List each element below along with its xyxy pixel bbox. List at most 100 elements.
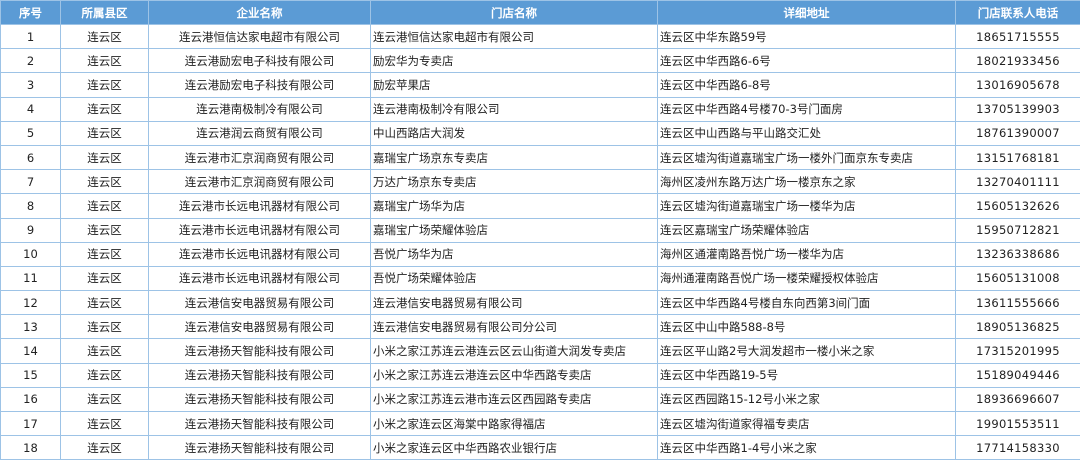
header-contact-phone: 门店联系人电话 — [955, 0, 1080, 25]
contact-phone-cell: 13705139903 — [955, 96, 1080, 122]
district-cell: 连云区 — [60, 265, 149, 292]
company-name-cell: 连云港扬天智能科技有限公司 — [148, 410, 371, 437]
table-row: 2 连云区 连云港励宏电子科技有限公司 励宏华为专卖店 连云区中华西路6-6号 18021… — [0, 48, 1080, 74]
address-cell: 连云区平山路2号大润发超市一楼小米之家 — [657, 338, 956, 364]
address-cell: 连云区中华西路19-5号 — [657, 362, 956, 388]
store-list-table: 序号 所属县区 企业名称 门店名称 详细地址 门店联系人电话 1 连云区 连云港恒信… — [0, 0, 1080, 461]
address-cell: 连云区嘉瑞宝广场荣耀体验店 — [657, 217, 956, 243]
contact-phone-cell: 18651715555 — [955, 23, 1080, 50]
table-row: 18 连云区 连云港扬天智能科技有限公司 小米之家连云区中华西路农业银行店 连云区中华西… — [0, 435, 1080, 461]
table-row: 10 连云区 连云港市长远电讯器材有限公司 吾悦广场华为店 海州区通灌南路吾悦广场一楼华… — [0, 241, 1080, 267]
contact-phone-cell: 18761390007 — [955, 120, 1080, 146]
serial-number-cell: 2 — [0, 48, 61, 74]
store-name-cell: 嘉瑞宝广场华为店 — [370, 193, 658, 219]
table-header-row: 序号 所属县区 企业名称 门店名称 详细地址 门店联系人电话 — [0, 0, 1080, 25]
serial-number-cell: 15 — [0, 362, 61, 388]
company-name-cell: 连云港市汇京润商贸有限公司 — [148, 144, 371, 171]
district-cell: 连云区 — [60, 23, 149, 50]
table-row: 11 连云区 连云港市长远电讯器材有限公司 吾悦广场荣耀体验店 海州通灌南路吾悦广场一楼… — [0, 265, 1080, 292]
store-name-cell: 万达广场京东专卖店 — [370, 169, 658, 195]
store-name-cell: 小米之家江苏连云港连云区中华西路专卖店 — [370, 362, 658, 388]
store-name-cell: 连云港恒信达家电超市有限公司 — [370, 23, 658, 50]
company-name-cell: 连云港市长远电讯器材有限公司 — [148, 241, 371, 267]
table-row: 3 连云区 连云港励宏电子科技有限公司 励宏苹果店 连云区中华西路6-8号 1301690… — [0, 72, 1080, 98]
store-name-cell: 励宏华为专卖店 — [370, 48, 658, 74]
district-cell: 连云区 — [60, 96, 149, 122]
header-store-name: 门店名称 — [370, 0, 658, 25]
table-row: 17 连云区 连云港扬天智能科技有限公司 小米之家连云区海棠中路家得福店 连云区墟沟街道… — [0, 410, 1080, 437]
contact-phone-cell: 18905136825 — [955, 314, 1080, 340]
company-name-cell: 连云港市长远电讯器材有限公司 — [148, 217, 371, 243]
district-cell: 连云区 — [60, 169, 149, 195]
district-cell: 连云区 — [60, 435, 149, 461]
store-name-cell: 中山西路店大润发 — [370, 120, 658, 146]
table-row: 5 连云区 连云港润云商贸有限公司 中山西路店大润发 连云区中山西路与平山路交汇处 187… — [0, 120, 1080, 146]
district-cell: 连云区 — [60, 290, 149, 316]
company-name-cell: 连云港励宏电子科技有限公司 — [148, 48, 371, 74]
serial-number-cell: 11 — [0, 265, 61, 292]
table-row: 8 连云区 连云港市长远电讯器材有限公司 嘉瑞宝广场华为店 连云区墟沟街道嘉瑞宝广场一楼… — [0, 193, 1080, 219]
header-company-name: 企业名称 — [148, 0, 371, 25]
table-row: 13 连云区 连云港信安电器贸易有限公司 连云港信安电器贸易有限公司分公司 连云区中山中… — [0, 314, 1080, 340]
address-cell: 连云区墟沟街道家得福专卖店 — [657, 410, 956, 437]
address-cell: 连云区中华西路4号楼自东向西第3间门面 — [657, 290, 956, 316]
company-name-cell: 连云港市长远电讯器材有限公司 — [148, 265, 371, 292]
store-name-cell: 小米之家连云区海棠中路家得福店 — [370, 410, 658, 437]
contact-phone-cell: 13611555666 — [955, 290, 1080, 316]
contact-phone-cell: 13270401111 — [955, 169, 1080, 195]
store-name-cell: 励宏苹果店 — [370, 72, 658, 98]
table-row: 12 连云区 连云港信安电器贸易有限公司 连云港信安电器贸易有限公司 连云区中华西路4号… — [0, 290, 1080, 316]
district-cell: 连云区 — [60, 120, 149, 146]
address-cell: 连云区墟沟街道嘉瑞宝广场一楼外门面京东专卖店 — [657, 144, 956, 171]
table-row: 6 连云区 连云港市汇京润商贸有限公司 嘉瑞宝广场京东专卖店 连云区墟沟街道嘉瑞宝广场一… — [0, 144, 1080, 171]
district-cell: 连云区 — [60, 362, 149, 388]
district-cell: 连云区 — [60, 410, 149, 437]
serial-number-cell: 6 — [0, 144, 61, 171]
table-row: 16 连云区 连云港扬天智能科技有限公司 小米之家江苏连云港市连云区西园路专卖店 连云区… — [0, 386, 1080, 413]
serial-number-cell: 4 — [0, 96, 61, 122]
company-name-cell: 连云港扬天智能科技有限公司 — [148, 338, 371, 364]
serial-number-cell: 14 — [0, 338, 61, 364]
table-row: 7 连云区 连云港市汇京润商贸有限公司 万达广场京东专卖店 海州区凌州东路万达广场一楼京… — [0, 169, 1080, 195]
address-cell: 连云区中山西路与平山路交汇处 — [657, 120, 956, 146]
table-row: 9 连云区 连云港市长远电讯器材有限公司 嘉瑞宝广场荣耀体验店 连云区嘉瑞宝广场荣耀体验… — [0, 217, 1080, 243]
address-cell: 连云区中华西路1-4号小米之家 — [657, 435, 956, 461]
contact-phone-cell: 15950712821 — [955, 217, 1080, 243]
contact-phone-cell: 19901553511 — [955, 410, 1080, 437]
address-cell: 连云区中华东路59号 — [657, 23, 956, 50]
address-cell: 海州通灌南路吾悦广场一楼荣耀授权体验店 — [657, 265, 956, 292]
store-name-cell: 吾悦广场荣耀体验店 — [370, 265, 658, 292]
serial-number-cell: 9 — [0, 217, 61, 243]
contact-phone-cell: 15189049446 — [955, 362, 1080, 388]
serial-number-cell: 12 — [0, 290, 61, 316]
district-cell: 连云区 — [60, 48, 149, 74]
district-cell: 连云区 — [60, 217, 149, 243]
contact-phone-cell: 17315201995 — [955, 338, 1080, 364]
table-row: 4 连云区 连云港南极制冷有限公司 连云港南极制冷有限公司 连云区中华西路4号楼70-3… — [0, 96, 1080, 122]
address-cell: 连云区中华西路4号楼70-3号门面房 — [657, 96, 956, 122]
header-district: 所属县区 — [60, 0, 149, 25]
contact-phone-cell: 17714158330 — [955, 435, 1080, 461]
store-name-cell: 小米之家江苏连云港连云区云山街道大润发专卖店 — [370, 338, 658, 364]
company-name-cell: 连云港市长远电讯器材有限公司 — [148, 193, 371, 219]
district-cell: 连云区 — [60, 338, 149, 364]
store-name-cell: 小米之家连云区中华西路农业银行店 — [370, 435, 658, 461]
address-cell: 连云区中华西路6-8号 — [657, 72, 956, 98]
company-name-cell: 连云港信安电器贸易有限公司 — [148, 290, 371, 316]
address-cell: 连云区中华西路6-6号 — [657, 48, 956, 74]
district-cell: 连云区 — [60, 144, 149, 171]
contact-phone-cell: 13236338686 — [955, 241, 1080, 267]
table-row: 1 连云区 连云港恒信达家电超市有限公司 连云港恒信达家电超市有限公司 连云区中华东路5… — [0, 23, 1080, 50]
company-name-cell: 连云港南极制冷有限公司 — [148, 96, 371, 122]
contact-phone-cell: 18021933456 — [955, 48, 1080, 74]
district-cell: 连云区 — [60, 241, 149, 267]
address-cell: 连云区墟沟街道嘉瑞宝广场一楼华为店 — [657, 193, 956, 219]
store-name-cell: 连云港信安电器贸易有限公司 — [370, 290, 658, 316]
table-row: 14 连云区 连云港扬天智能科技有限公司 小米之家江苏连云港连云区云山街道大润发专卖店… — [0, 338, 1080, 364]
district-cell: 连云区 — [60, 72, 149, 98]
company-name-cell: 连云港扬天智能科技有限公司 — [148, 386, 371, 413]
store-name-cell: 小米之家江苏连云港市连云区西园路专卖店 — [370, 386, 658, 413]
district-cell: 连云区 — [60, 314, 149, 340]
company-name-cell: 连云港扬天智能科技有限公司 — [148, 362, 371, 388]
address-cell: 海州区通灌南路吾悦广场一楼华为店 — [657, 241, 956, 267]
